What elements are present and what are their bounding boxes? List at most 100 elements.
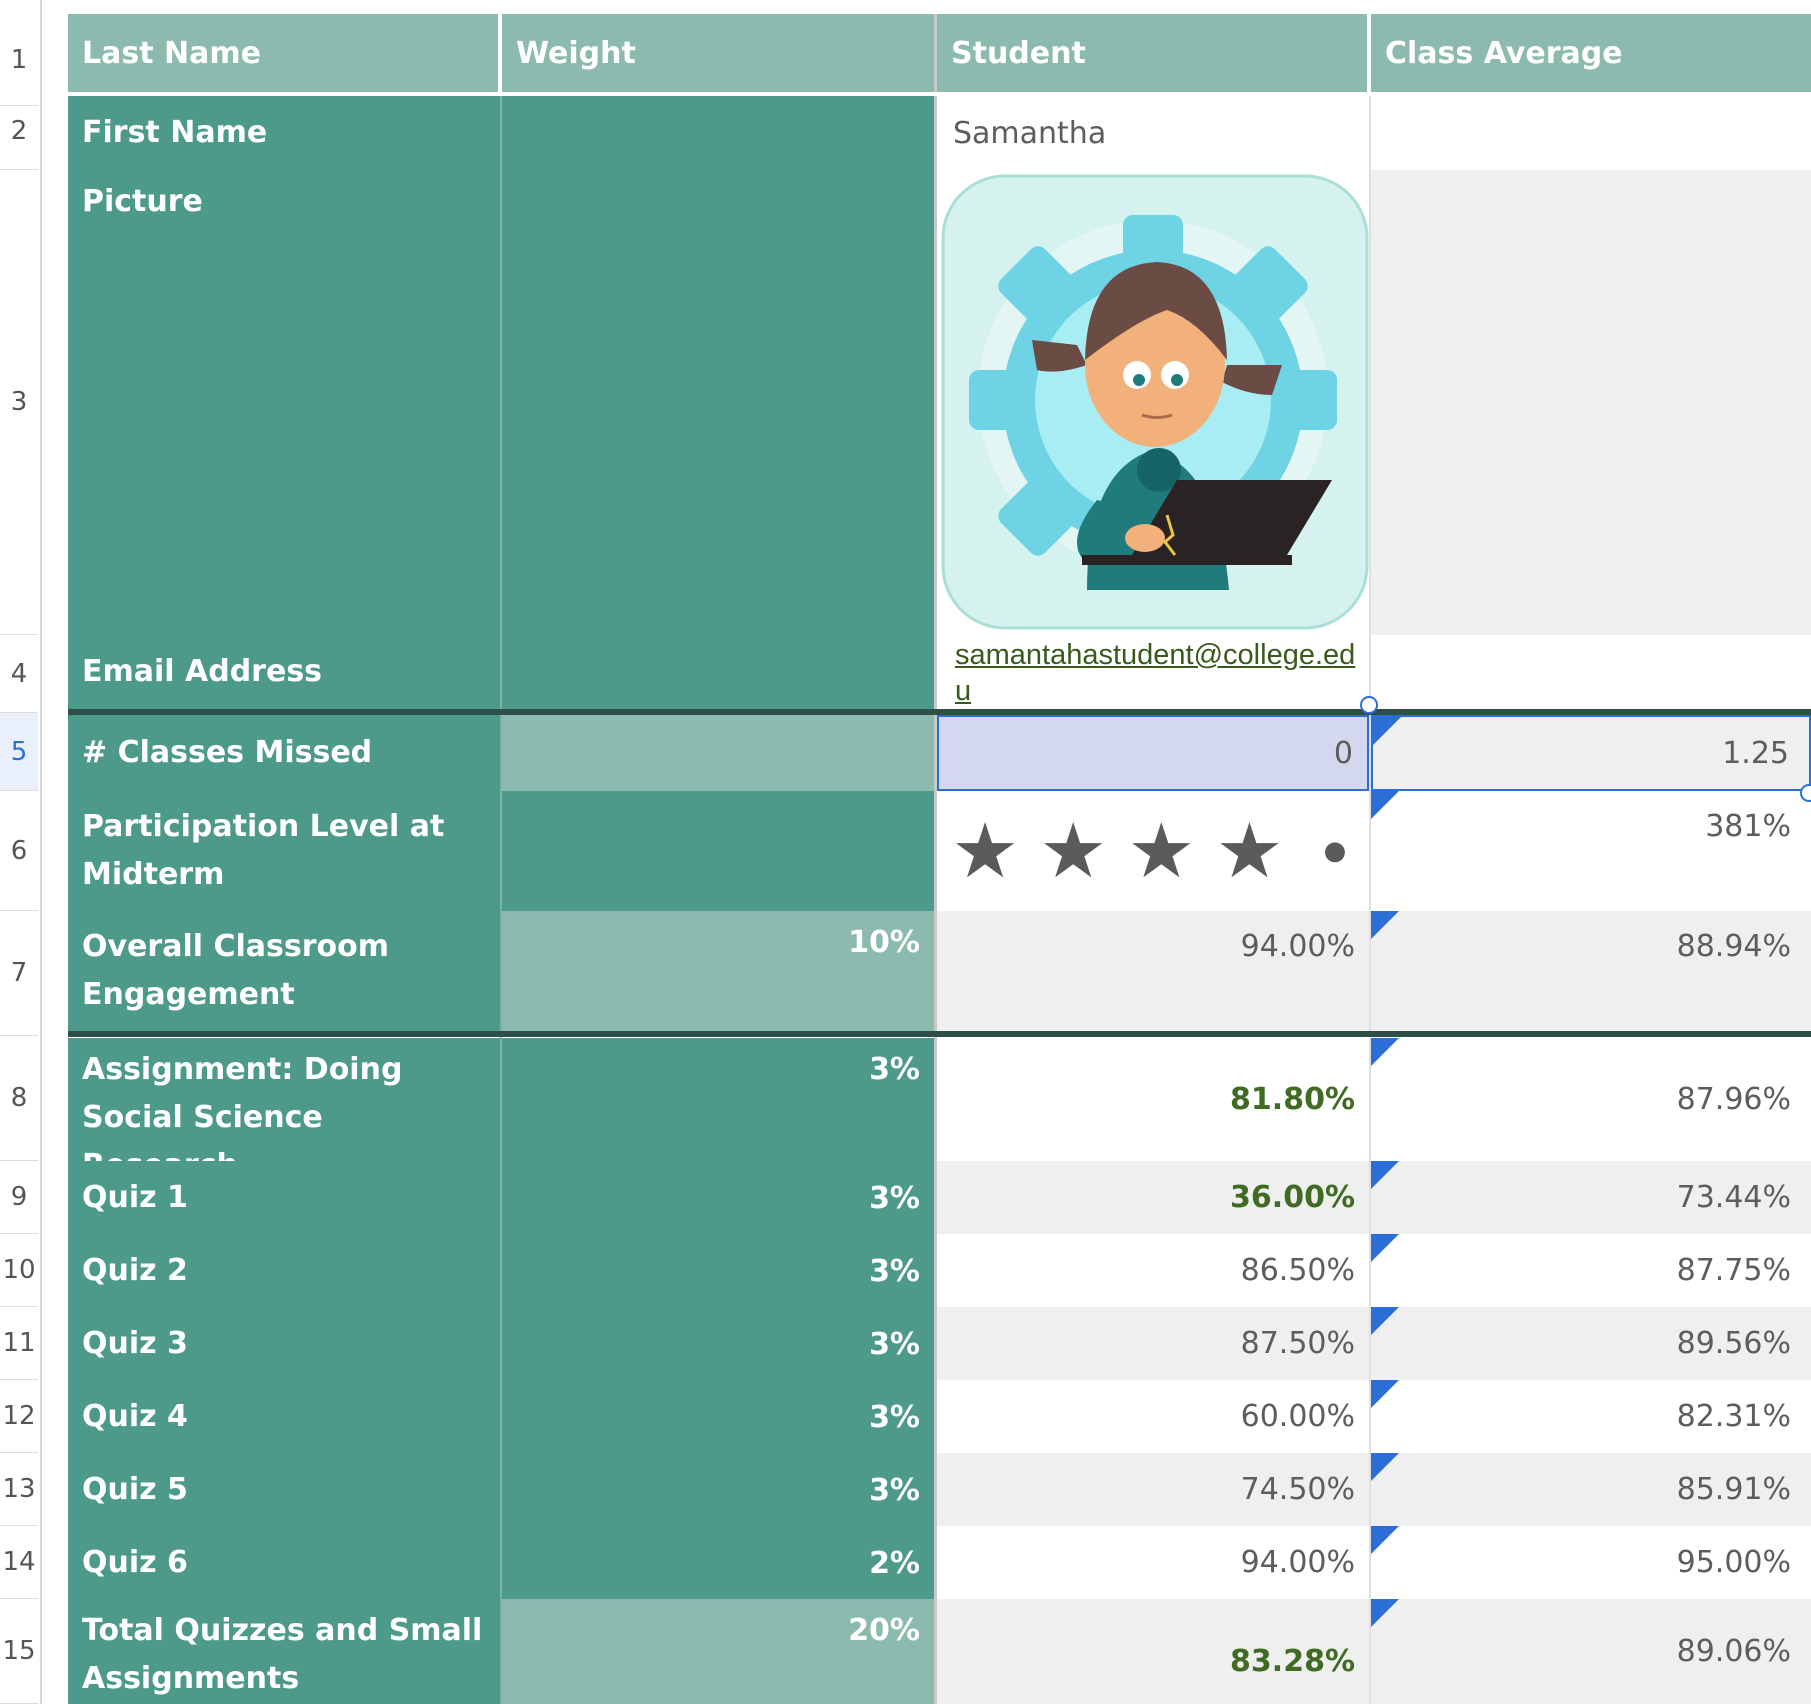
average-quiz-1[interactable]: 73.44% xyxy=(1371,1161,1811,1234)
star-filled-icon[interactable]: ★ xyxy=(1039,813,1107,889)
average-quiz-2-value: 87.75% xyxy=(1676,1253,1791,1288)
weight-quiz-1[interactable]: 3% xyxy=(502,1161,934,1234)
weight-quiz-4[interactable]: 3% xyxy=(502,1380,934,1453)
row-number[interactable]: 6 xyxy=(0,791,38,911)
average-quiz-5-value: 85.91% xyxy=(1676,1472,1791,1507)
star-filled-icon[interactable]: ★ xyxy=(1215,813,1283,889)
weight-classes-missed[interactable] xyxy=(502,715,934,791)
selection-handle[interactable] xyxy=(1800,784,1811,802)
average-quiz-6[interactable]: 95.00% xyxy=(1371,1526,1811,1599)
student-email-link[interactable]: samantahastudent@college.edu xyxy=(937,635,1369,709)
formula-indicator xyxy=(1371,1380,1399,1408)
average-classes-missed[interactable]: 1.25 xyxy=(1371,715,1811,791)
label-quiz-3[interactable]: Quiz 3 xyxy=(68,1307,500,1380)
average-engagement[interactable]: 88.94% xyxy=(1371,911,1811,1031)
weight-quiz-2[interactable]: 3% xyxy=(502,1234,934,1307)
star-empty-dot-icon[interactable]: ● xyxy=(1324,813,1347,889)
average-first-name[interactable] xyxy=(1371,96,1811,170)
student-quiz-6[interactable]: 94.00% xyxy=(937,1526,1369,1599)
student-classes-missed-selected[interactable]: 0 xyxy=(937,715,1369,791)
label-total[interactable]: Total Quizzes and Small Assignments xyxy=(68,1599,500,1704)
row-number-selected[interactable]: 5 xyxy=(0,713,38,791)
average-picture[interactable] xyxy=(1371,170,1811,635)
average-quiz-3[interactable]: 89.56% xyxy=(1371,1307,1811,1380)
average-classes-missed-value: 1.25 xyxy=(1722,735,1789,771)
row-number[interactable]: 14 xyxy=(0,1526,38,1599)
student-total[interactable]: 83.28% xyxy=(937,1599,1369,1704)
label-quiz-5[interactable]: Quiz 5 xyxy=(68,1453,500,1526)
column-divider xyxy=(934,14,937,1704)
selection-handle[interactable] xyxy=(1360,696,1378,714)
average-quiz-5[interactable]: 85.91% xyxy=(1371,1453,1811,1526)
weight-participation[interactable] xyxy=(502,791,934,911)
student-engagement[interactable]: 94.00% xyxy=(937,911,1369,1031)
average-participation[interactable]: 381% xyxy=(1371,791,1811,911)
star-filled-icon[interactable]: ★ xyxy=(951,813,1019,889)
label-classes-missed[interactable]: # Classes Missed xyxy=(68,715,500,791)
label-first-name[interactable]: First Name xyxy=(68,96,500,170)
weight-quiz-3[interactable]: 3% xyxy=(502,1307,934,1380)
student-avatar-image xyxy=(941,174,1369,630)
label-email[interactable]: Email Address xyxy=(68,635,500,709)
average-quiz-3-value: 89.56% xyxy=(1676,1326,1791,1361)
label-quiz-2[interactable]: Quiz 2 xyxy=(68,1234,500,1307)
average-total-value: 89.06% xyxy=(1676,1634,1791,1669)
average-engagement-value: 88.94% xyxy=(1676,929,1791,964)
row-number[interactable]: 11 xyxy=(0,1307,38,1380)
star-rating[interactable]: ★ ★ ★ ★ ● xyxy=(951,813,1346,889)
weight-assignment[interactable]: 3% xyxy=(502,1038,934,1161)
student-quiz-2[interactable]: 86.50% xyxy=(937,1234,1369,1307)
row-number[interactable]: 7 xyxy=(0,911,38,1036)
row-number[interactable]: 8 xyxy=(0,1036,38,1161)
average-assignment-value: 87.96% xyxy=(1676,1082,1791,1117)
header-student[interactable]: Student xyxy=(937,14,1369,92)
row-number-gutter: 1 2 3 4 5 6 7 8 9 10 11 12 13 14 15 xyxy=(0,0,42,1704)
average-assignment[interactable]: 87.96% xyxy=(1371,1038,1811,1161)
average-email[interactable] xyxy=(1371,635,1811,709)
student-assignment[interactable]: 81.80% xyxy=(937,1038,1369,1161)
header-last-name[interactable]: Last Name xyxy=(68,14,500,92)
star-filled-icon[interactable]: ★ xyxy=(1127,813,1195,889)
formula-indicator xyxy=(1373,717,1401,745)
student-quiz-5[interactable]: 74.50% xyxy=(937,1453,1369,1526)
weight-quiz-5[interactable]: 3% xyxy=(502,1453,934,1526)
label-quiz-6[interactable]: Quiz 6 xyxy=(68,1526,500,1599)
label-participation[interactable]: Participation Level at Midterm xyxy=(68,791,500,911)
formula-indicator xyxy=(1371,791,1399,819)
header-class-average[interactable]: Class Average xyxy=(1371,14,1811,92)
label-assignment[interactable]: Assignment: Doing Social Science Researc… xyxy=(68,1038,500,1161)
row-number[interactable]: 10 xyxy=(0,1234,38,1307)
formula-indicator xyxy=(1371,1038,1399,1066)
student-picture-cell[interactable] xyxy=(937,170,1369,635)
row-number[interactable]: 15 xyxy=(0,1599,38,1704)
student-participation-rating[interactable]: ★ ★ ★ ★ ● xyxy=(937,791,1369,911)
row-number[interactable]: 3 xyxy=(0,170,38,635)
student-first-name[interactable]: Samantha xyxy=(937,96,1369,170)
student-quiz-4[interactable]: 60.00% xyxy=(937,1380,1369,1453)
row-number[interactable]: 13 xyxy=(0,1453,38,1526)
label-quiz-1[interactable]: Quiz 1 xyxy=(68,1161,500,1234)
weight-quiz-6[interactable]: 2% xyxy=(502,1526,934,1599)
weight-total[interactable]: 20% xyxy=(502,1599,934,1704)
label-engagement[interactable]: Overall Classroom Engagement xyxy=(68,911,500,1031)
row-number[interactable]: 9 xyxy=(0,1161,38,1234)
label-picture[interactable]: Picture xyxy=(68,170,500,635)
formula-indicator xyxy=(1371,1453,1399,1481)
header-weight[interactable]: Weight xyxy=(502,14,934,92)
average-quiz-2[interactable]: 87.75% xyxy=(1371,1234,1811,1307)
formula-indicator xyxy=(1371,911,1399,939)
row-number[interactable]: 12 xyxy=(0,1380,38,1453)
section-divider xyxy=(68,1031,1811,1037)
average-total[interactable]: 89.06% xyxy=(1371,1599,1811,1704)
average-quiz-4[interactable]: 82.31% xyxy=(1371,1380,1811,1453)
section-divider xyxy=(68,709,1811,715)
average-quiz-6-value: 95.00% xyxy=(1676,1545,1791,1580)
weight-empty[interactable] xyxy=(502,96,934,715)
label-quiz-4[interactable]: Quiz 4 xyxy=(68,1380,500,1453)
student-quiz-3[interactable]: 87.50% xyxy=(937,1307,1369,1380)
row-number[interactable]: 4 xyxy=(0,635,38,713)
row-number[interactable]: 2 xyxy=(0,92,38,170)
weight-engagement[interactable]: 10% xyxy=(502,911,934,1031)
average-quiz-4-value: 82.31% xyxy=(1676,1399,1791,1434)
student-quiz-1[interactable]: 36.00% xyxy=(937,1161,1369,1234)
